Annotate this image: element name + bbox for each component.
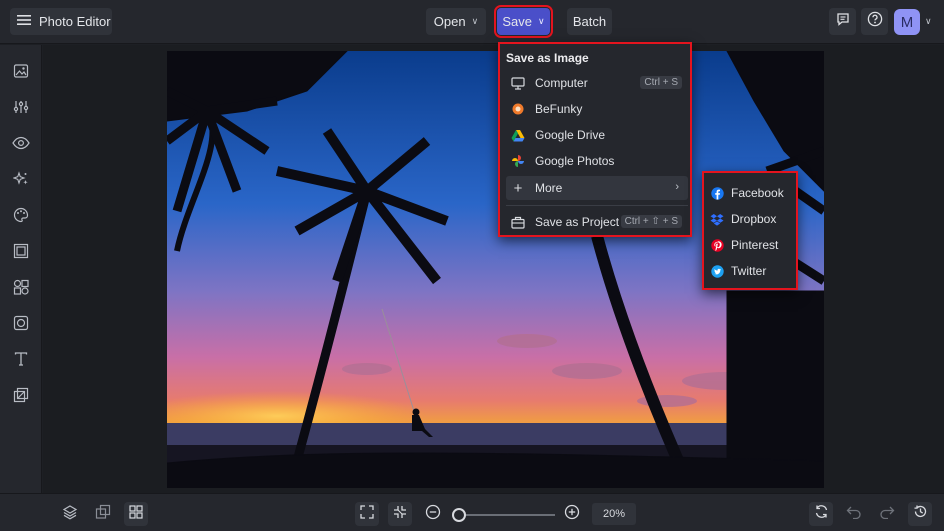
compare-button[interactable] <box>91 502 115 526</box>
share-pinterest-item[interactable]: Pinterest <box>710 233 794 257</box>
bottom-toolbar: 20% <box>0 493 944 531</box>
compare-icon <box>95 504 111 525</box>
save-to-google-photos-item[interactable]: Google Photos <box>506 149 688 173</box>
save-menu-heading: Save as Image <box>506 51 589 65</box>
palette-icon[interactable] <box>11 205 31 225</box>
comment-icon <box>836 12 850 31</box>
plus-icon: + <box>513 179 523 197</box>
menu-button[interactable]: Photo Editor <box>10 8 112 35</box>
batch-button[interactable]: Batch <box>567 8 612 35</box>
graphics-icon[interactable] <box>11 385 31 405</box>
share-facebook-item[interactable]: Facebook <box>710 181 794 205</box>
submenu-item-label: Dropbox <box>731 212 777 226</box>
zoom-out-icon <box>425 504 441 525</box>
image-icon[interactable] <box>11 61 31 81</box>
google-photos-icon <box>511 154 525 168</box>
chevron-down-icon[interactable]: ∨ <box>925 16 932 27</box>
collapse-icon <box>393 505 407 524</box>
grid-icon <box>129 504 143 524</box>
save-to-computer-item[interactable]: Computer Ctrl + S <box>506 71 688 95</box>
facebook-icon <box>710 186 724 200</box>
help-icon <box>867 11 883 32</box>
befunky-icon <box>511 102 525 116</box>
project-icon <box>511 215 525 229</box>
dropbox-icon <box>710 212 724 226</box>
zoom-in-button[interactable] <box>560 502 584 526</box>
zoom-out-button[interactable] <box>421 502 445 526</box>
reset-button[interactable] <box>809 502 833 526</box>
layers-button[interactable] <box>58 502 82 526</box>
zoom-slider-track[interactable] <box>455 514 555 516</box>
refresh-icon <box>814 504 829 524</box>
avatar[interactable]: M <box>894 9 920 35</box>
history-icon <box>913 504 928 524</box>
sliders-icon[interactable] <box>11 97 31 117</box>
shapes-icon[interactable] <box>11 277 31 297</box>
undo-button[interactable] <box>842 502 866 526</box>
app-title: Photo Editor <box>39 14 111 29</box>
menu-item-label: Computer <box>535 76 588 90</box>
more-submenu: Facebook Dropbox Pinterest Twitter <box>702 171 798 290</box>
chevron-right-icon: › <box>675 181 679 193</box>
tool-sidebar <box>0 45 42 493</box>
monitor-icon <box>511 76 525 90</box>
share-twitter-item[interactable]: Twitter <box>710 259 794 283</box>
pinterest-icon <box>710 238 724 252</box>
shortcut-badge: Ctrl + S <box>640 76 682 89</box>
zoom-slider-handle[interactable] <box>452 508 466 522</box>
menu-item-label: Google Photos <box>535 154 615 168</box>
frame-icon[interactable] <box>11 241 31 261</box>
redo-icon <box>879 505 895 524</box>
history-button[interactable] <box>908 502 932 526</box>
texture-icon[interactable] <box>11 313 31 333</box>
open-label: Open <box>433 14 466 29</box>
menu-item-label: Save as Project <box>535 215 620 229</box>
save-to-google-drive-item[interactable]: Google Drive <box>506 123 688 147</box>
photo-editor-app: Photo Editor Open ∨ Save ∨ Batch M ∨ Sav… <box>0 0 944 531</box>
submenu-item-label: Twitter <box>731 264 767 278</box>
chevron-down-icon: ∨ <box>471 16 479 26</box>
eye-icon[interactable] <box>11 133 31 153</box>
sparkle-icon[interactable] <box>11 169 31 189</box>
hamburger-icon <box>17 13 31 31</box>
shortcut-badge: Ctrl + ⇧ + S <box>620 215 682 228</box>
save-to-befunky-item[interactable]: BeFunky <box>506 97 688 121</box>
google-drive-icon <box>511 128 525 142</box>
top-bar: Photo Editor Open ∨ Save ∨ Batch M ∨ <box>0 0 944 44</box>
text-icon[interactable] <box>11 349 31 369</box>
actual-size-button[interactable] <box>388 502 412 526</box>
more-item[interactable]: + More › <box>506 176 688 200</box>
comments-button[interactable] <box>829 8 856 35</box>
save-button[interactable]: Save ∨ <box>494 5 553 38</box>
menu-item-label: More <box>535 181 563 195</box>
save-as-project-item[interactable]: Save as Project Ctrl + ⇧ + S <box>506 210 688 234</box>
menu-divider <box>506 205 688 206</box>
share-dropbox-item[interactable]: Dropbox <box>710 207 794 231</box>
submenu-item-label: Pinterest <box>731 238 779 252</box>
zoom-in-icon <box>564 504 580 525</box>
open-button[interactable]: Open ∨ <box>426 8 486 35</box>
undo-icon <box>846 505 862 524</box>
twitter-icon <box>710 264 724 278</box>
save-label: Save <box>502 14 533 29</box>
fit-screen-button[interactable] <box>355 502 379 526</box>
grid-view-button[interactable] <box>124 502 148 526</box>
zoom-level[interactable]: 20% <box>592 503 636 525</box>
batch-label: Batch <box>572 14 607 29</box>
layers-icon <box>62 504 78 525</box>
save-menu: Save as Image Computer Ctrl + S BeFunky … <box>498 42 692 237</box>
chevron-down-icon: ∨ <box>538 16 545 26</box>
menu-item-label: Google Drive <box>535 128 606 142</box>
help-button[interactable] <box>861 8 888 35</box>
submenu-item-label: Facebook <box>731 186 784 200</box>
expand-icon <box>360 504 374 524</box>
redo-button[interactable] <box>875 502 899 526</box>
menu-item-label: BeFunky <box>535 102 583 116</box>
